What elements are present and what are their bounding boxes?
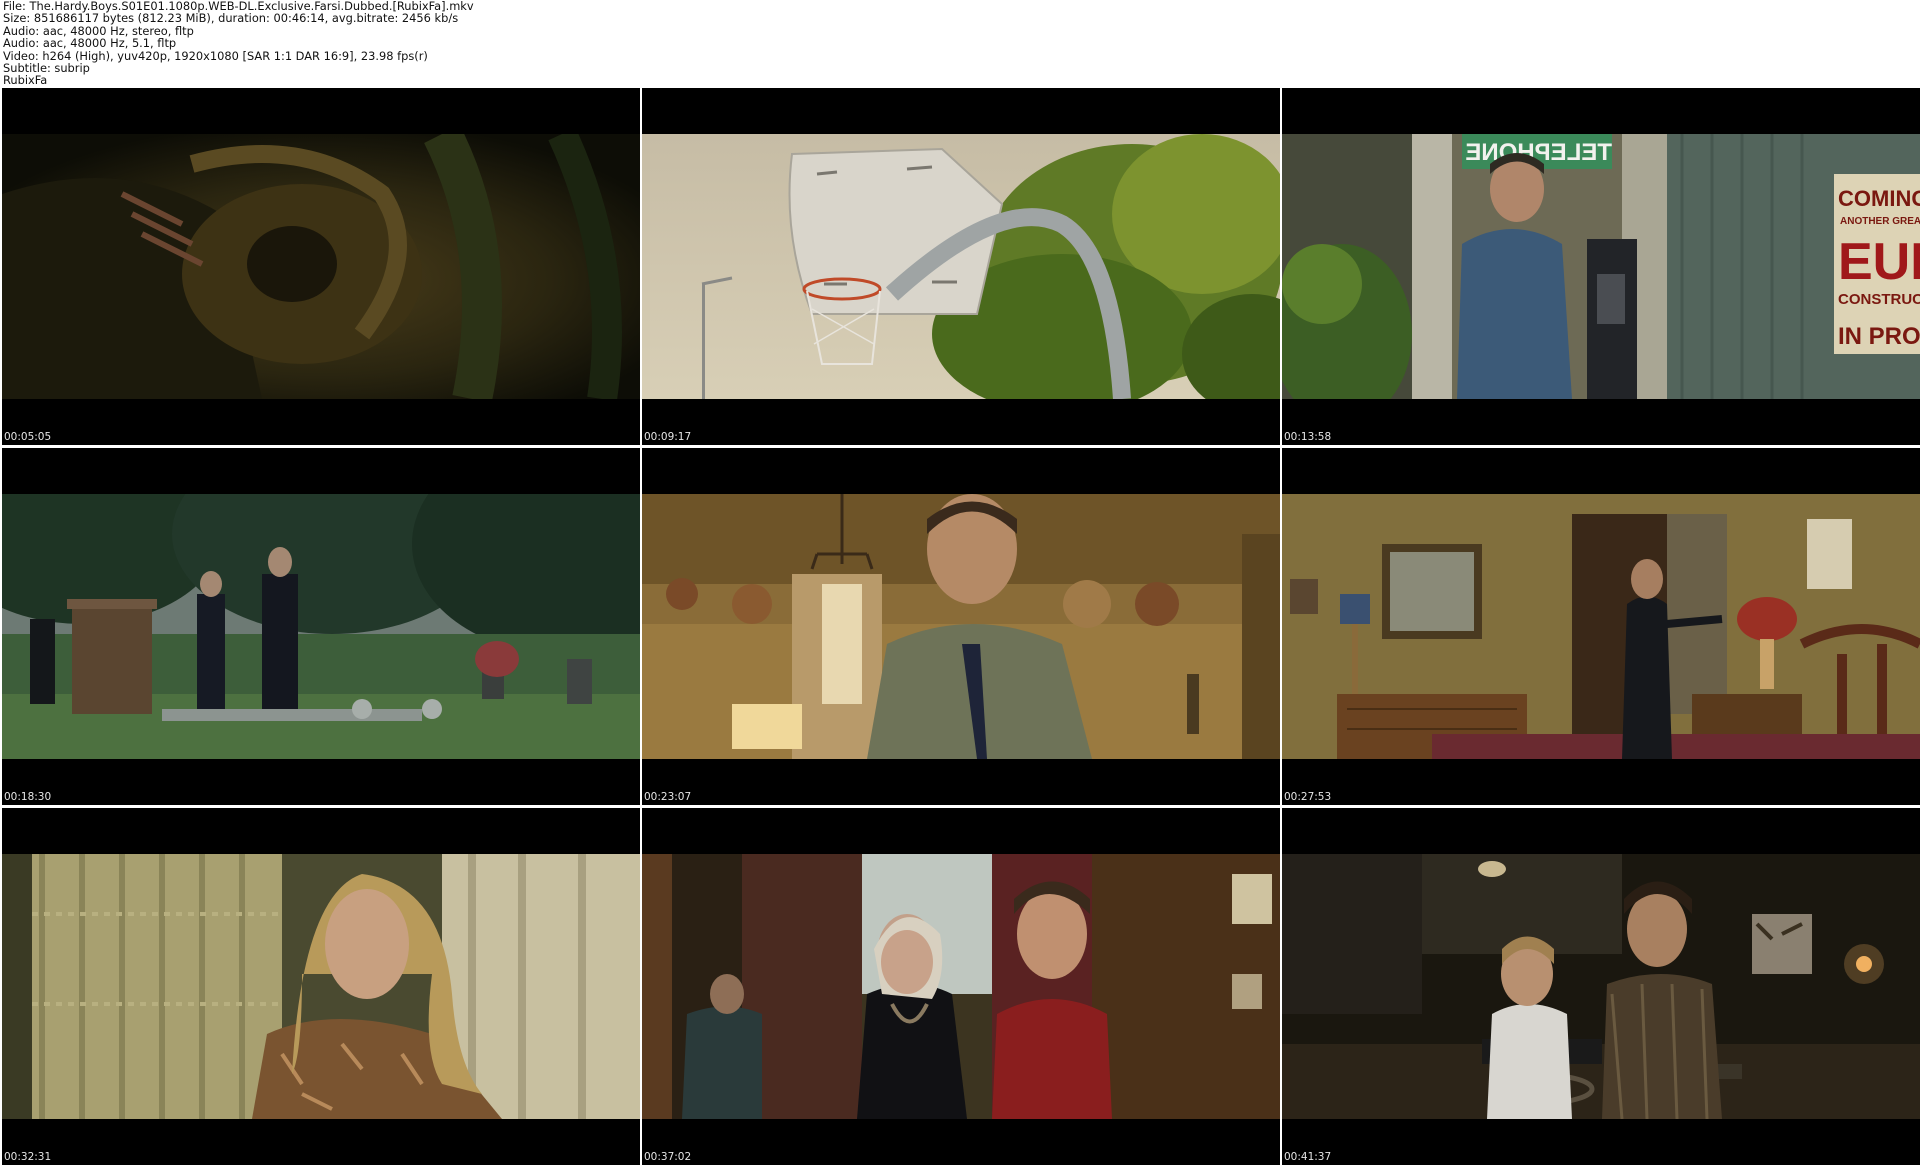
timestamp-label: 00:05:05 xyxy=(4,431,52,443)
construct-sign: CONSTRUCT xyxy=(1838,291,1920,308)
timestamp-label: 00:09:17 xyxy=(644,431,692,443)
subtitle-line: Subtitle: subrip xyxy=(3,61,90,76)
thumbnail-tile[interactable]: 00:09:17 xyxy=(642,88,1280,445)
frame-image-woman-window xyxy=(2,854,640,1119)
audio-stereo-line: Audio: aac, 48000 Hz, stereo, fltp xyxy=(3,23,194,38)
thumbnail-tile[interactable]: 00:05:05 xyxy=(2,88,640,445)
frame-image-grandmother-and-boys xyxy=(642,854,1280,1119)
timestamp-label: 00:23:07 xyxy=(644,791,692,803)
timestamp-label: 00:18:30 xyxy=(4,791,52,803)
thumbnail-tile[interactable]: 00:41:37 xyxy=(1282,808,1920,1165)
eun-sign: EUN xyxy=(1838,233,1920,291)
timestamp-label: 00:13:58 xyxy=(1284,431,1332,443)
thumbnail-tile[interactable]: 00:18:30 xyxy=(2,448,640,805)
frame-image-bedroom-doorway xyxy=(1282,494,1920,759)
timestamp-label: 00:41:37 xyxy=(1284,1151,1332,1163)
file-info-header: File: The.Hardy.Boys.S01E01.1080p.WEB-DL… xyxy=(3,0,1903,88)
watermark-line: RubixFa xyxy=(3,73,48,88)
video-line: Video: h264 (High), yuv420p, 1920x1080 [… xyxy=(3,48,428,63)
in-pro-sign: IN PRO xyxy=(1838,323,1920,350)
frame-image-dark-closeup xyxy=(2,134,640,399)
frame-image-cemetery xyxy=(2,494,640,759)
frame-image-boys-at-desk xyxy=(1282,854,1920,1119)
thumbnail-tile[interactable]: 00:32:31 xyxy=(2,808,640,1165)
thumbnail-tile[interactable]: 00:37:02 xyxy=(642,808,1280,1165)
frame-image-man-tie-room xyxy=(642,494,1280,759)
thumbnail-tile[interactable]: TELEPHONE COMING ANOTHER GREAT EUN CONST… xyxy=(1282,88,1920,445)
audio-surround-line: Audio: aac, 48000 Hz, 5.1, fltp xyxy=(3,36,177,51)
timestamp-label: 00:27:53 xyxy=(1284,791,1332,803)
thumbnail-tile[interactable]: 00:23:07 xyxy=(642,448,1280,805)
size-line: Size: 851686117 bytes (812.23 MiB), dura… xyxy=(3,11,459,26)
thumbnail-grid: 00:05:05 00:09:17 TELEPHONE COMING ANOTH… xyxy=(2,88,1920,1165)
thumbnail-tile[interactable]: 00:27:53 xyxy=(1282,448,1920,805)
timestamp-label: 00:32:31 xyxy=(4,1151,52,1163)
frame-image-basketball-hoop xyxy=(642,134,1280,399)
timestamp-label: 00:37:02 xyxy=(644,1151,692,1163)
another-great-sign: ANOTHER GREAT xyxy=(1840,216,1920,227)
frame-image-man-payphone: TELEPHONE COMING ANOTHER GREAT EUN CONST… xyxy=(1282,134,1920,399)
coming-sign: COMING xyxy=(1838,186,1920,211)
